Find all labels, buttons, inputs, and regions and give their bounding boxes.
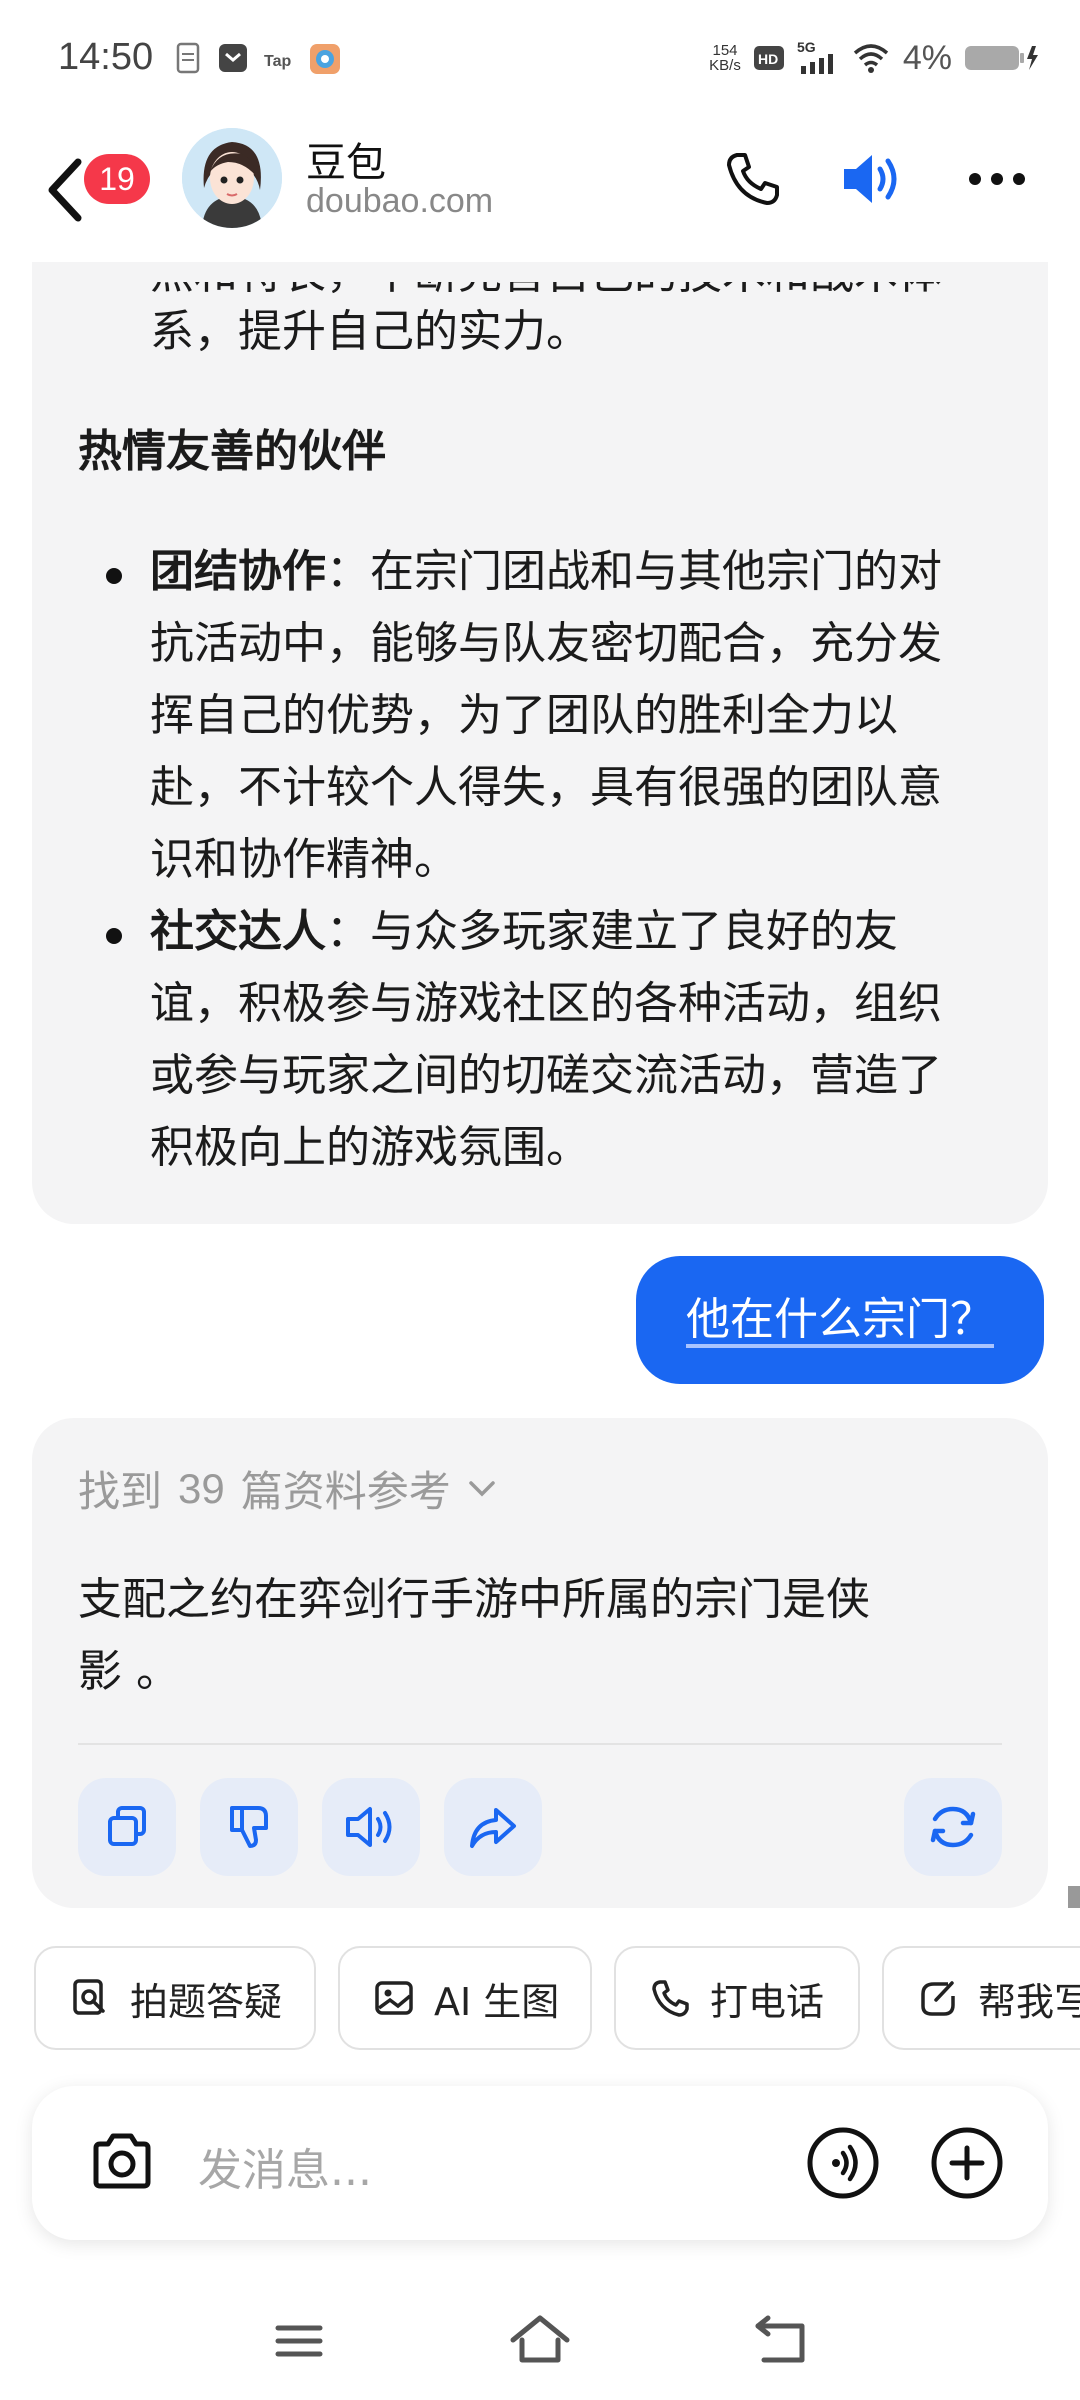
answer-text: 支配之约在弈剑行手游中所属的宗门是侠: [78, 1574, 870, 1625]
message-composer: 发消息...: [32, 2086, 1048, 2240]
list-item: 社交达人：与众多玩家建立了良好的友: [150, 906, 898, 957]
message-text: 赴，不计较个人得失，具有很强的团队意: [150, 762, 942, 813]
game-app-icon: [310, 44, 340, 74]
wifi-icon: [853, 44, 889, 73]
camera-button[interactable]: [86, 2126, 158, 2198]
chip-ai-image[interactable]: AI 生图: [338, 1946, 592, 2050]
chevron-down-icon: [469, 1480, 495, 1496]
system-nav-bar: [0, 2280, 1080, 2400]
voice-playback-button[interactable]: [838, 144, 908, 214]
chat-title: 豆包: [306, 140, 386, 186]
document-notification-icon: [176, 42, 200, 74]
edit-icon: [921, 1981, 955, 2016]
speaker-icon: [844, 155, 897, 203]
phone-icon: [727, 153, 779, 205]
copy-button[interactable]: [78, 1778, 176, 1876]
scrollbar[interactable]: [1068, 1886, 1080, 1908]
thumbs-down-icon: [230, 1806, 268, 1848]
read-aloud-button[interactable]: [322, 1778, 420, 1876]
chat-header: 19 豆包 doubao.com: [0, 120, 1080, 262]
more-icon: [969, 173, 1025, 185]
photo-search-icon: [73, 1979, 105, 2015]
message-text: 谊，积极参与游戏社区的各种活动，组织: [150, 978, 942, 1029]
message-text: 积极向上的游戏氛围。: [150, 1122, 590, 1173]
add-attachment-button[interactable]: [930, 2126, 1004, 2200]
bot-message: 点和特长，不断完善自己的技术和战术体 系，提升自己的实力。 热情友善的伙伴 团结…: [32, 200, 1048, 1224]
avatar-image: [182, 128, 282, 228]
voice-input-button[interactable]: [806, 2126, 880, 2200]
menu-nav-button[interactable]: [264, 2306, 334, 2376]
divider: [78, 1743, 1002, 1745]
refresh-icon: [930, 1806, 976, 1848]
regenerate-button[interactable]: [904, 1778, 1002, 1876]
tap-app-icon: Tap: [264, 53, 291, 70]
avatar[interactable]: [182, 128, 282, 228]
svg-text:5G: 5G: [797, 39, 816, 55]
speaker-icon: [346, 1807, 392, 1847]
copy-icon: [108, 1806, 146, 1846]
phone-call-button[interactable]: [718, 144, 788, 214]
back-nav-button[interactable]: [746, 2306, 816, 2376]
battery-percent: 4%: [902, 38, 952, 77]
net-speed: 154 KB/s: [709, 42, 741, 74]
unread-badge: 19: [84, 154, 150, 204]
list-item: 团结协作：在宗门团战和与其他宗门的对: [150, 546, 942, 597]
dislike-button[interactable]: [200, 1778, 298, 1876]
hd-icon: HD: [753, 46, 784, 70]
references-toggle[interactable]: 找到 39 篇资料参考: [78, 1458, 497, 1519]
answer-text: 影 。: [78, 1646, 180, 1697]
svg-text:Tap: Tap: [264, 53, 291, 70]
user-message[interactable]: 他在什么宗门？: [636, 1256, 1044, 1384]
user-message-text: 他在什么宗门？: [686, 1294, 994, 1345]
status-bar: 14:50 Tap 154 KB/s HD 5G 4%: [0, 0, 1080, 120]
share-icon: [470, 1808, 516, 1848]
cellular-signal-icon: 5G: [797, 39, 833, 74]
chip-photo-question[interactable]: 拍题答疑: [34, 1946, 316, 2050]
message-text: 挥自己的优势，为了团队的胜利全力以: [150, 690, 898, 741]
share-button[interactable]: [444, 1778, 542, 1876]
image-icon: [375, 1981, 413, 2015]
svg-text:HD: HD: [758, 51, 778, 67]
message-text: 或参与玩家之间的切磋交流活动，营造了: [150, 1050, 942, 1101]
message-text: 识和协作精神。: [150, 834, 458, 885]
section-heading: 热情友善的伙伴: [78, 426, 386, 477]
phone-icon: [652, 1980, 689, 2017]
bullet-icon: [106, 568, 122, 584]
bot-answer: 找到 39 篇资料参考 支配之约在弈剑行手游中所属的宗门是侠 影 。: [32, 1418, 1048, 1908]
references-count: 39: [178, 1464, 225, 1512]
message-text: 抗活动中，能够与队友密切配合，充分发: [150, 618, 942, 669]
quick-actions: 拍题答疑 AI 生图 打电话 帮我写: [0, 1946, 1080, 2052]
message-input[interactable]: 发消息...: [198, 2134, 372, 2198]
bullet-icon: [106, 928, 122, 944]
chip-help-write[interactable]: 帮我写: [882, 1946, 1080, 2050]
status-time: 14:50: [58, 36, 154, 78]
chip-phone-call[interactable]: 打电话: [614, 1946, 860, 2050]
battery-charging-icon: [965, 46, 1038, 70]
message-text: 系，提升自己的实力。: [150, 306, 590, 357]
app-notification-icon: [219, 44, 247, 72]
more-options-button[interactable]: [962, 144, 1032, 214]
status-indicators: 154 KB/s HD 5G 4%: [709, 36, 1040, 80]
home-nav-button[interactable]: [505, 2306, 575, 2376]
chat-subtitle: doubao.com: [306, 182, 494, 220]
